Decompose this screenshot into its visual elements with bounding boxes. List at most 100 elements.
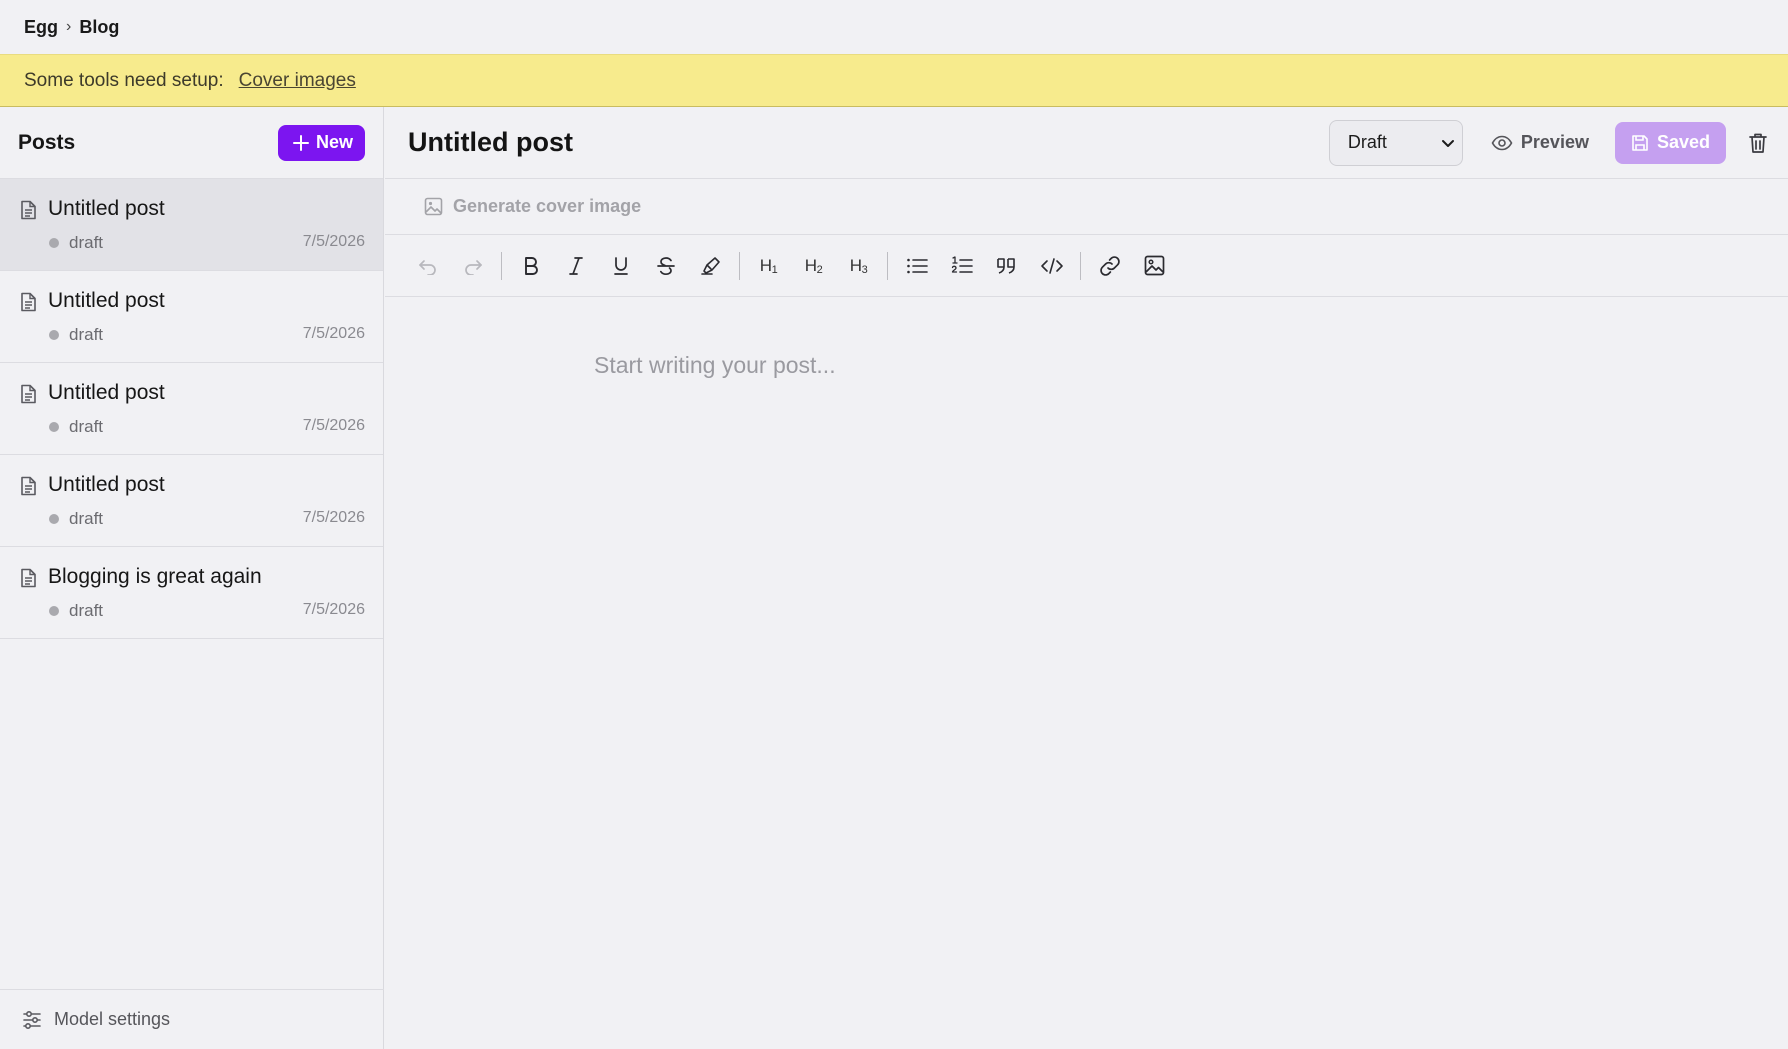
breadcrumb-workspace[interactable]: Egg <box>24 17 58 38</box>
document-icon <box>20 476 37 496</box>
breadcrumb-separator: › <box>66 18 72 35</box>
post-status: draft <box>49 509 103 529</box>
sliders-icon <box>22 1010 42 1029</box>
preview-label: Preview <box>1520 132 1589 152</box>
toolbar-divider <box>1080 251 1081 280</box>
post-date: 7/5/2026 <box>302 601 365 618</box>
heading-2-level: 2 <box>816 263 823 276</box>
code-block-button[interactable] <box>1029 246 1074 286</box>
heading-3-button[interactable]: H3 <box>836 246 881 286</box>
status-select[interactable]: Draft <box>1328 119 1463 166</box>
toolbar-divider <box>739 251 740 280</box>
document-icon <box>20 200 37 220</box>
bold-button[interactable] <box>508 246 553 286</box>
editor-panel: Untitled post Draft Preview Saved Genera… <box>385 107 1788 1049</box>
generate-cover-image-button[interactable]: Generate cover image <box>385 179 1788 235</box>
plus-icon <box>292 134 310 152</box>
post-status-label: draft <box>69 601 104 620</box>
editor-placeholder: Start writing your post... <box>594 352 836 378</box>
heading-2-icon: H2 <box>804 255 823 276</box>
italic-icon <box>568 256 584 276</box>
sidebar-title: Posts <box>18 130 76 154</box>
post-date: 7/5/2026 <box>302 233 365 250</box>
breadcrumb-section[interactable]: Blog <box>79 17 119 38</box>
post-status-label: draft <box>69 417 104 436</box>
toolbar-divider <box>501 251 502 280</box>
heading-3-letter: H <box>849 255 862 275</box>
heading-1-icon: H1 <box>759 255 778 276</box>
status-dot <box>49 422 59 432</box>
post-status: draft <box>49 601 103 621</box>
highlight-button[interactable] <box>688 246 733 286</box>
italic-button[interactable] <box>553 246 598 286</box>
undo-button[interactable] <box>405 246 450 286</box>
image-icon <box>1144 255 1165 276</box>
heading-2-button[interactable]: H2 <box>791 246 836 286</box>
post-status-label: draft <box>69 509 104 528</box>
post-title: Blogging is great again <box>48 565 262 588</box>
delete-post-button[interactable] <box>1748 132 1768 154</box>
post-date: 7/5/2026 <box>302 417 365 434</box>
post-body-editor[interactable]: Start writing your post... <box>385 297 1788 1047</box>
post-title: Untitled post <box>48 197 165 220</box>
strikethrough-button[interactable] <box>643 246 688 286</box>
bullet-list-button[interactable] <box>894 246 939 286</box>
breadcrumb: Egg › Blog <box>0 0 1788 54</box>
strikethrough-icon <box>656 256 676 276</box>
setup-banner: Some tools need setup: Cover images <box>0 54 1788 107</box>
preview-button[interactable]: Preview <box>1491 132 1589 153</box>
heading-2-letter: H <box>804 255 817 275</box>
saved-button[interactable]: Saved <box>1614 121 1726 164</box>
model-settings-label: Model settings <box>54 1009 171 1029</box>
status-dot <box>49 514 59 524</box>
heading-1-level: 1 <box>771 263 778 276</box>
post-list-item[interactable]: Untitled post draft 7/5/2026 <box>0 455 383 547</box>
image-icon <box>424 197 443 216</box>
post-status-label: draft <box>69 325 104 344</box>
post-title: Untitled post <box>48 381 165 404</box>
heading-1-letter: H <box>759 255 772 275</box>
bullet-list-icon <box>906 257 928 275</box>
ordered-list-button[interactable] <box>939 246 984 286</box>
eye-icon <box>1491 135 1513 151</box>
post-title: Untitled post <box>48 289 165 312</box>
post-list-item[interactable]: Untitled post draft 7/5/2026 <box>0 271 383 363</box>
insert-image-button[interactable] <box>1132 246 1177 286</box>
redo-button[interactable] <box>450 246 495 286</box>
generate-cover-image-label: Generate cover image <box>453 196 642 216</box>
post-list-item[interactable]: Blogging is great again draft 7/5/2026 <box>0 547 383 639</box>
post-list-item[interactable]: Untitled post draft 7/5/2026 <box>0 363 383 455</box>
formatting-toolbar: H1 H2 H3 <box>385 235 1788 297</box>
new-post-button[interactable]: New <box>277 124 365 161</box>
model-settings-button[interactable]: Model settings <box>0 989 384 1049</box>
insert-link-button[interactable] <box>1087 246 1132 286</box>
status-dot <box>49 330 59 340</box>
document-icon <box>20 292 37 312</box>
chevron-down-icon <box>1440 135 1456 151</box>
heading-3-level: 3 <box>861 263 868 276</box>
post-status: draft <box>49 233 103 253</box>
quote-icon <box>996 256 1018 276</box>
trash-icon <box>1748 132 1768 154</box>
post-date: 7/5/2026 <box>302 325 365 342</box>
highlighter-icon <box>700 256 722 276</box>
post-title: Untitled post <box>48 473 165 496</box>
sidebar-header: Posts New <box>0 107 383 179</box>
post-status-label: draft <box>69 233 104 252</box>
toolbar-divider <box>887 251 888 280</box>
heading-1-button[interactable]: H1 <box>746 246 791 286</box>
post-date: 7/5/2026 <box>302 509 365 526</box>
post-list-item[interactable]: Untitled post draft 7/5/2026 <box>0 179 383 271</box>
editor-header: Untitled post Draft Preview Saved <box>385 107 1788 179</box>
document-icon <box>20 384 37 404</box>
link-icon <box>1099 255 1121 277</box>
document-icon <box>20 568 37 588</box>
save-icon <box>1631 134 1649 152</box>
blockquote-button[interactable] <box>984 246 1029 286</box>
cover-images-link[interactable]: Cover images <box>239 70 356 92</box>
post-title-heading[interactable]: Untitled post <box>408 127 1329 158</box>
status-dot <box>49 238 59 248</box>
post-status: draft <box>49 325 103 345</box>
post-list: Untitled post draft 7/5/2026 Untitled po… <box>0 179 383 639</box>
underline-button[interactable] <box>598 246 643 286</box>
